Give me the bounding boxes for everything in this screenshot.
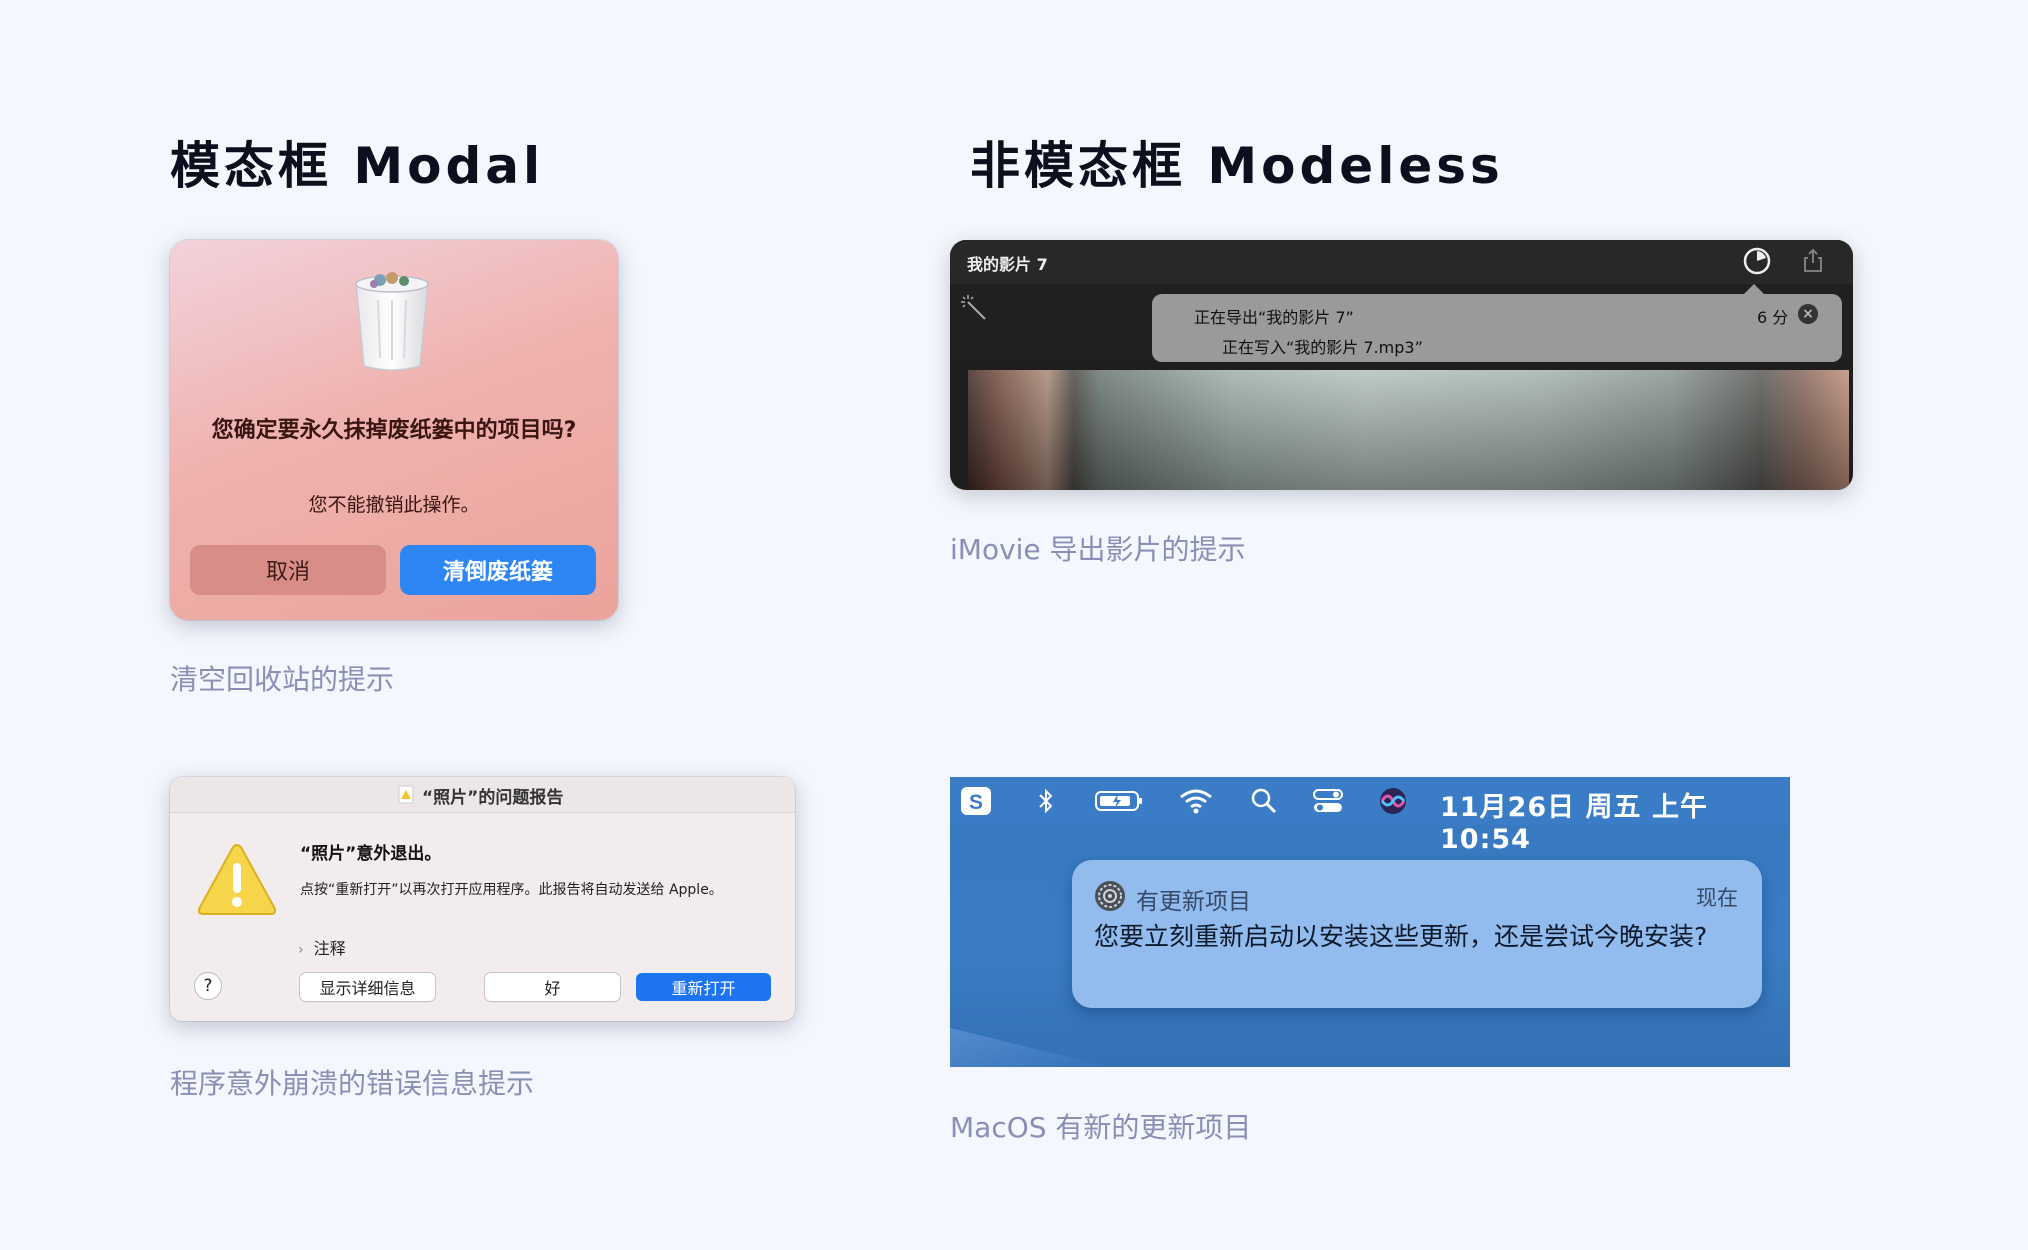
wallpaper-accent: [950, 1028, 1110, 1067]
notification-body: 您要立刻重新启动以安装这些更新，还是尝试今晚安装?: [1094, 922, 1708, 951]
macos-desktop: S 11月26日 周五 上午 10:54 有更新项目 现在 您要立刻重新启动以安…: [950, 777, 1790, 1067]
export-file-line: 正在写入“我的影片 7.mp3”: [1222, 338, 1423, 357]
show-details-button[interactable]: 显示详细信息: [300, 973, 435, 1001]
system-preferences-icon: [1095, 881, 1125, 911]
trash-bin-icon: [355, 272, 429, 371]
notification-time: 现在: [1696, 886, 1738, 910]
macos-caption: MacOS 有新的更新项目: [950, 1111, 1252, 1144]
imovie-titlebar: [950, 240, 1853, 284]
crash-report-dialog: “照片”的问题报告 “照片”意外退出。 点按“重新打开”以再次打开应用程序。此报…: [170, 777, 795, 1021]
modeless-section-title: 非模态框 Modeless: [970, 137, 1504, 195]
battery-icon[interactable]: [1094, 787, 1144, 815]
trash-dialog-submessage: 您不能撤销此操作。: [308, 494, 480, 516]
modal-section-title: 模态框 Modal: [170, 137, 545, 195]
sogou-input-icon[interactable]: S: [960, 787, 992, 815]
spotlight-search-icon[interactable]: [1250, 787, 1278, 815]
crash-dialog-heading: “照片”意外退出。: [300, 844, 442, 864]
ok-button[interactable]: 好: [485, 973, 620, 1001]
cancel-export-button[interactable]: ×: [1798, 304, 1818, 324]
chevron-right-icon: ›: [298, 942, 304, 958]
magic-wand-icon[interactable]: [960, 294, 988, 322]
notification-app-name: 有更新项目: [1136, 889, 1251, 915]
svg-text:S: S: [969, 791, 983, 814]
notes-label: 注释: [313, 939, 346, 958]
bluetooth-icon[interactable]: [1036, 787, 1056, 815]
export-progress-popover: 正在导出“我的影片 7” 正在写入“我的影片 7.mp3” 6 分 ×: [1152, 284, 1842, 362]
photos-app-icon: [398, 785, 414, 804]
trash-dialog-message: 您确定要永久抹掉废纸篓中的项目吗?: [211, 418, 577, 443]
crash-dialog-body: 点按“重新打开”以再次打开应用程序。此报告将自动发送给 Apple。: [300, 882, 723, 898]
warning-icon: [197, 843, 277, 915]
help-button[interactable]: ?: [194, 972, 222, 1000]
imovie-caption: iMovie 导出影片的提示: [950, 533, 1246, 566]
crash-dialog-caption: 程序意外崩溃的错误信息提示: [170, 1067, 535, 1100]
share-icon[interactable]: [1802, 248, 1824, 274]
export-status-line: 正在导出“我的影片 7”: [1194, 308, 1354, 327]
imovie-window: 我的影片 7 正在导出“我的影片 7” 正在写入“我的影片 7.mp3” 6 分…: [950, 240, 1853, 490]
control-center-icon[interactable]: [1312, 787, 1344, 815]
empty-trash-button[interactable]: 清倒废纸篓: [400, 545, 596, 595]
export-time-remaining: 6 分: [1757, 308, 1789, 327]
update-notification[interactable]: 有更新项目 现在 您要立刻重新启动以安装这些更新，还是尝试今晚安装?: [1072, 860, 1762, 1008]
imovie-window-title: 我的影片 7: [967, 255, 1048, 274]
reopen-button[interactable]: 重新打开: [636, 973, 771, 1001]
empty-trash-dialog: 您确定要永久抹掉废纸篓中的项目吗? 您不能撤销此操作。 取消 清倒废纸篓: [170, 240, 618, 620]
notes-disclosure[interactable]: › 注释: [298, 935, 346, 959]
menu-bar-clock[interactable]: 11月26日 周五 上午 10:54: [1440, 785, 1790, 855]
siri-icon[interactable]: [1378, 787, 1408, 815]
cancel-button[interactable]: 取消: [190, 545, 386, 595]
export-progress-icon[interactable]: [1742, 246, 1772, 276]
trash-dialog-caption: 清空回收站的提示: [170, 663, 395, 696]
video-clip-thumbnail[interactable]: [968, 370, 1849, 490]
crash-dialog-title: “照片”的问题报告: [422, 788, 564, 808]
wifi-icon[interactable]: [1178, 787, 1214, 815]
